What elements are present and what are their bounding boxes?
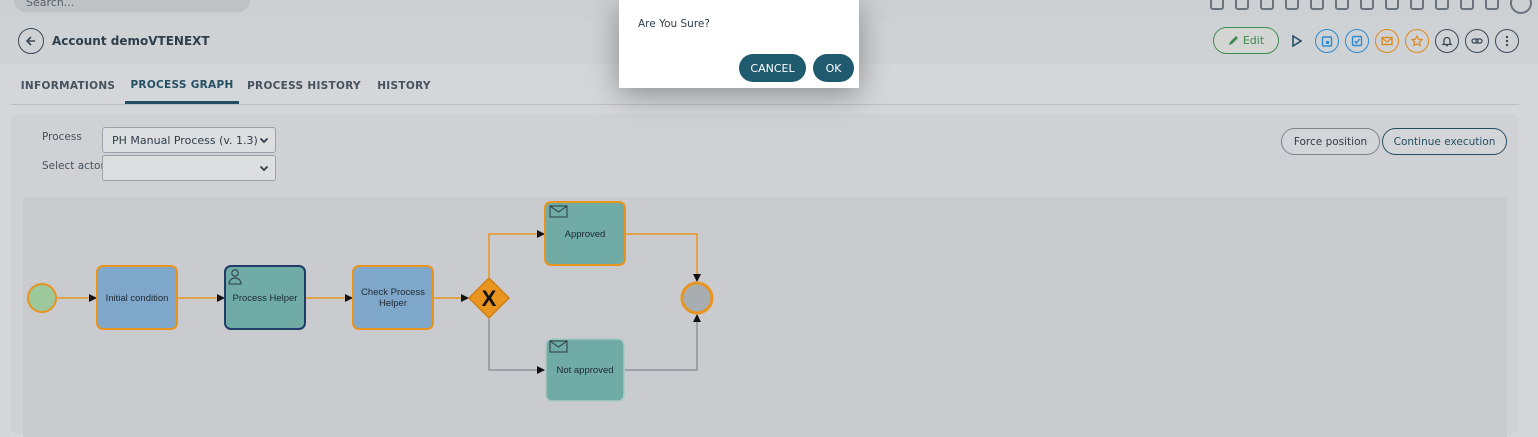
task-label-line2: Helper (379, 298, 407, 309)
calendar-icon (1321, 35, 1333, 47)
calendar-button[interactable] (1315, 28, 1339, 53)
toolbar-icon[interactable] (1235, 0, 1249, 10)
confirm-message: Are You Sure? (638, 18, 710, 30)
task-initial-condition[interactable]: Initial condition (96, 265, 178, 330)
run-process-button[interactable] (1285, 29, 1309, 53)
toolbar-icon[interactable] (1360, 0, 1374, 10)
link-button[interactable] (1465, 28, 1489, 53)
start-event[interactable] (27, 283, 57, 313)
confirm-dialog: Are You Sure? CANCEL OK (619, 0, 859, 88)
toolbar-icon[interactable] (1385, 0, 1399, 10)
pencil-icon (1228, 36, 1238, 45)
toolbar-icon[interactable] (1310, 0, 1324, 10)
user-avatar-icon[interactable] (1510, 0, 1532, 14)
bpmn-canvas[interactable]: Initial condition Process Helper Check P… (23, 197, 1507, 437)
search-placeholder: Search... (26, 0, 75, 9)
chevron-down-icon (259, 137, 269, 144)
kebab-icon (1505, 35, 1509, 46)
process-select-value: PH Manual Process (v. 1.3) (112, 133, 258, 147)
chevron-down-icon (259, 165, 269, 172)
task-label: Approved (565, 229, 606, 240)
play-icon (1292, 34, 1302, 47)
tab-process-graph[interactable]: PROCESS GRAPH (125, 68, 239, 104)
toolbar-icon[interactable] (1410, 0, 1424, 10)
bpmn-diagram: Initial condition Process Helper Check P… (27, 201, 714, 402)
task-not-approved[interactable]: Not approved (545, 338, 625, 402)
tab-informations[interactable]: INFORMATIONS (15, 68, 121, 103)
task-button[interactable] (1345, 28, 1369, 53)
task-process-helper[interactable]: Process Helper (224, 265, 306, 330)
sequence-flow-not-approved (488, 319, 545, 374)
notification-button[interactable] (1435, 28, 1459, 53)
ok-button[interactable]: OK (813, 54, 854, 82)
task-label: Not approved (556, 365, 613, 376)
edit-label: Edit (1242, 34, 1265, 47)
exclusive-gateway[interactable]: X (467, 276, 511, 320)
toolbar-icon[interactable] (1210, 0, 1224, 10)
task-label: Process Helper (233, 293, 298, 304)
cancel-button[interactable]: CANCEL (739, 54, 806, 82)
back-button[interactable] (18, 28, 44, 54)
process-select[interactable]: PH Manual Process (v. 1.3) (102, 127, 276, 153)
top-icon-toolbar (1210, 0, 1532, 14)
link-icon (1471, 37, 1483, 44)
envelope-icon (1381, 36, 1393, 45)
task-label: Initial condition (106, 293, 169, 304)
actor-select[interactable] (102, 155, 276, 181)
toolbar-icon[interactable] (1485, 0, 1499, 10)
task-approved[interactable]: Approved (544, 201, 626, 266)
gateway-x-icon: X (482, 286, 497, 311)
end-event[interactable] (680, 281, 714, 315)
sequence-flow-approved (488, 230, 545, 277)
checkbox-icon (1351, 35, 1363, 46)
email-button[interactable] (1375, 28, 1399, 53)
global-search-input[interactable]: Search... (14, 0, 250, 12)
task-label-line1: Check Process (361, 287, 425, 298)
record-title: Account demoVTENEXT (52, 34, 210, 48)
header-actions: Edit (1213, 27, 1519, 54)
process-label: Process (42, 131, 82, 143)
more-options-button[interactable] (1495, 28, 1519, 53)
tab-process-history[interactable]: PROCESS HISTORY (247, 68, 361, 103)
toolbar-icon[interactable] (1435, 0, 1449, 10)
edit-button[interactable]: Edit (1213, 27, 1279, 54)
toolbar-icon[interactable] (1335, 0, 1349, 10)
bell-icon (1441, 36, 1453, 46)
toolbar-icon[interactable] (1260, 0, 1274, 10)
favorite-button[interactable] (1405, 28, 1429, 53)
actor-label: Select actor (42, 160, 105, 172)
force-position-button[interactable]: Force position (1281, 128, 1380, 155)
arrow-left-icon (25, 36, 35, 46)
toolbar-icon[interactable] (1460, 0, 1474, 10)
star-icon (1411, 34, 1423, 47)
task-check-process-helper[interactable]: Check Process Helper (352, 265, 434, 330)
sequence-flow (626, 233, 701, 282)
toolbar-icon[interactable] (1285, 0, 1299, 10)
sequence-flow (625, 314, 701, 371)
continue-execution-button[interactable]: Continue execution (1382, 128, 1507, 155)
tab-history[interactable]: HISTORY (373, 68, 435, 103)
